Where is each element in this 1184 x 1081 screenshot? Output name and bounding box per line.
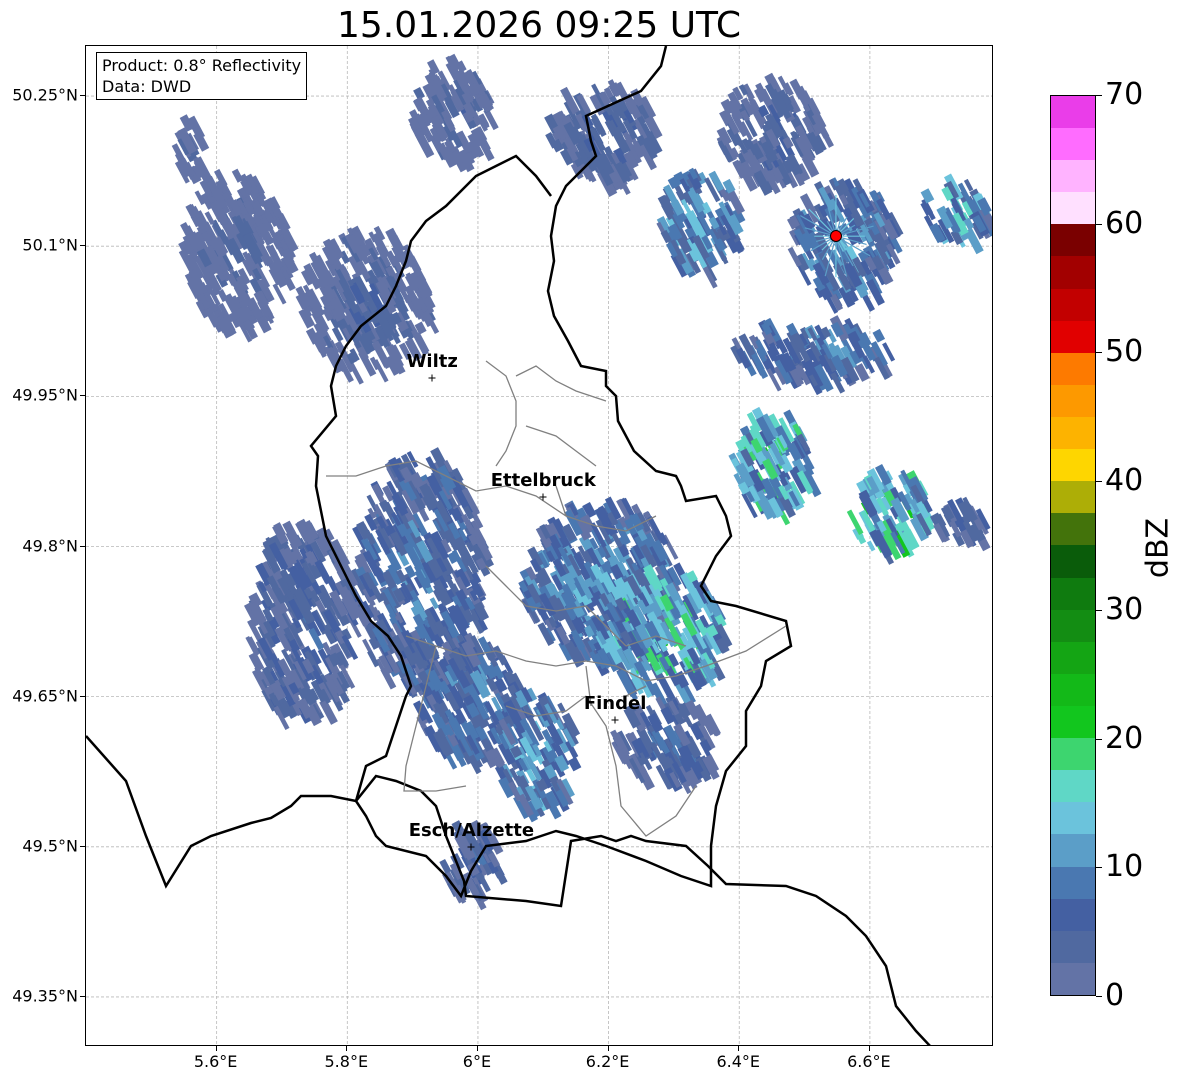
city-label: Ettelbruck	[490, 470, 596, 492]
colorbar-tick-label: 60	[1105, 205, 1144, 241]
colorbar-tick-label: 0	[1105, 978, 1125, 1013]
colorbar-segment	[1051, 930, 1095, 963]
colorbar-segment	[1051, 417, 1095, 450]
map-title: 15.01.2026 09:25 UTC	[336, 5, 742, 46]
city-label: Wiltz	[406, 351, 458, 373]
colorbar-segment	[1051, 192, 1095, 225]
lat-tick-label: 49.95°N	[12, 385, 78, 405]
colorbar-segment	[1051, 481, 1095, 514]
lon-tick	[868, 1046, 870, 1051]
colorbar-segment	[1051, 673, 1095, 707]
colorbar-segment	[1051, 352, 1095, 385]
echo-pixel	[872, 328, 886, 343]
lat-tick-label: 49.8°N	[22, 536, 78, 555]
lon-tick-label: 5.6°E	[193, 1052, 238, 1071]
lat-tick-label: 49.65°N	[12, 686, 78, 706]
city-label: Esch/Alzette	[408, 819, 535, 841]
lon-tick-label: 6.6°E	[847, 1052, 891, 1071]
colorbar-tick	[1096, 95, 1102, 96]
colorbar-tick-label: 20	[1105, 720, 1144, 756]
lat-tick	[80, 995, 85, 997]
lon-tick	[476, 1046, 478, 1051]
colorbar-segment	[1051, 224, 1095, 257]
city-marker	[428, 374, 436, 382]
echo-pixel	[367, 650, 380, 668]
radar-site-marker[interactable]	[829, 230, 842, 243]
lat-tick	[80, 245, 85, 247]
colorbar-segment	[1051, 962, 1095, 995]
colorbar-segment	[1051, 449, 1095, 482]
map-canvas	[86, 46, 992, 1045]
lon-tick	[215, 1046, 217, 1051]
lat-tick	[80, 545, 85, 547]
colorbar-tick-label: 70	[1105, 77, 1144, 112]
lon-tick	[346, 1046, 348, 1051]
city-marker	[539, 493, 547, 501]
colorbar-segment	[1051, 288, 1095, 321]
colorbar-segment	[1051, 834, 1095, 867]
colorbar-tick	[1096, 223, 1102, 225]
lat-tick-label: 50.1°N	[22, 235, 78, 255]
echo-pixel	[567, 756, 582, 772]
city-marker	[467, 843, 475, 851]
lon-tick	[607, 1046, 609, 1051]
map-panel[interactable]: Product: 0.8° Reflectivity Data: DWD Wil…	[85, 45, 993, 1046]
colorbar-segment	[1051, 320, 1095, 353]
colorbar-tick-label: 10	[1105, 849, 1144, 885]
colorbar-segment	[1051, 866, 1095, 899]
colorbar-tick	[1096, 352, 1102, 354]
lat-tick-label: 50.25°N	[12, 85, 78, 105]
product-info-box: Product: 0.8° Reflectivity Data: DWD	[96, 52, 308, 100]
lat-tick	[80, 695, 85, 697]
colorbar-tick-label: 30	[1105, 591, 1144, 627]
city-label: Findel	[583, 692, 647, 714]
colorbar-segment	[1051, 706, 1095, 739]
colorbar-segment	[1051, 577, 1095, 610]
colorbar-tick	[1096, 996, 1102, 997]
lon-tick-label: 6.2°E	[585, 1052, 630, 1071]
colorbar-segment	[1051, 738, 1095, 771]
colorbar-segment	[1051, 609, 1095, 642]
colorbar-segment	[1051, 384, 1095, 418]
lat-tick	[80, 95, 85, 97]
lon-tick-label: 6.4°E	[716, 1052, 761, 1071]
colorbar-tick	[1096, 867, 1102, 869]
city-marker	[611, 716, 619, 724]
data-source-text: Data: DWD	[102, 77, 192, 96]
colorbar-tick	[1096, 738, 1102, 740]
lat-tick	[80, 845, 85, 847]
product-text: Product: 0.8° Reflectivity	[102, 56, 302, 75]
colorbar-segment	[1051, 898, 1095, 931]
colorbar	[1050, 95, 1096, 996]
lat-tick-label: 49.35°N	[12, 986, 78, 1006]
colorbar-segment	[1051, 160, 1095, 193]
colorbar-tick-label: 40	[1105, 463, 1144, 499]
colorbar-tick	[1096, 481, 1102, 483]
lon-tick-label: 6°E	[462, 1052, 492, 1071]
colorbar-tick	[1096, 609, 1102, 611]
lon-tick-label: 5.8°E	[324, 1052, 369, 1071]
lat-tick	[80, 395, 85, 397]
colorbar-segment	[1051, 545, 1095, 578]
colorbar-tick-label: 50	[1105, 334, 1144, 370]
colorbar-segment	[1051, 770, 1095, 803]
colorbar-segment	[1051, 641, 1095, 674]
colorbar-segment	[1051, 513, 1095, 546]
colorbar-segment	[1051, 95, 1095, 129]
lat-tick-label: 49.5°N	[22, 836, 78, 856]
lon-tick	[738, 1046, 740, 1051]
colorbar-segment	[1051, 128, 1095, 161]
colorbar-label: dBZ	[1140, 517, 1176, 579]
colorbar-segment	[1051, 802, 1095, 835]
echo-pixel	[272, 283, 287, 305]
colorbar-segment	[1051, 256, 1095, 289]
